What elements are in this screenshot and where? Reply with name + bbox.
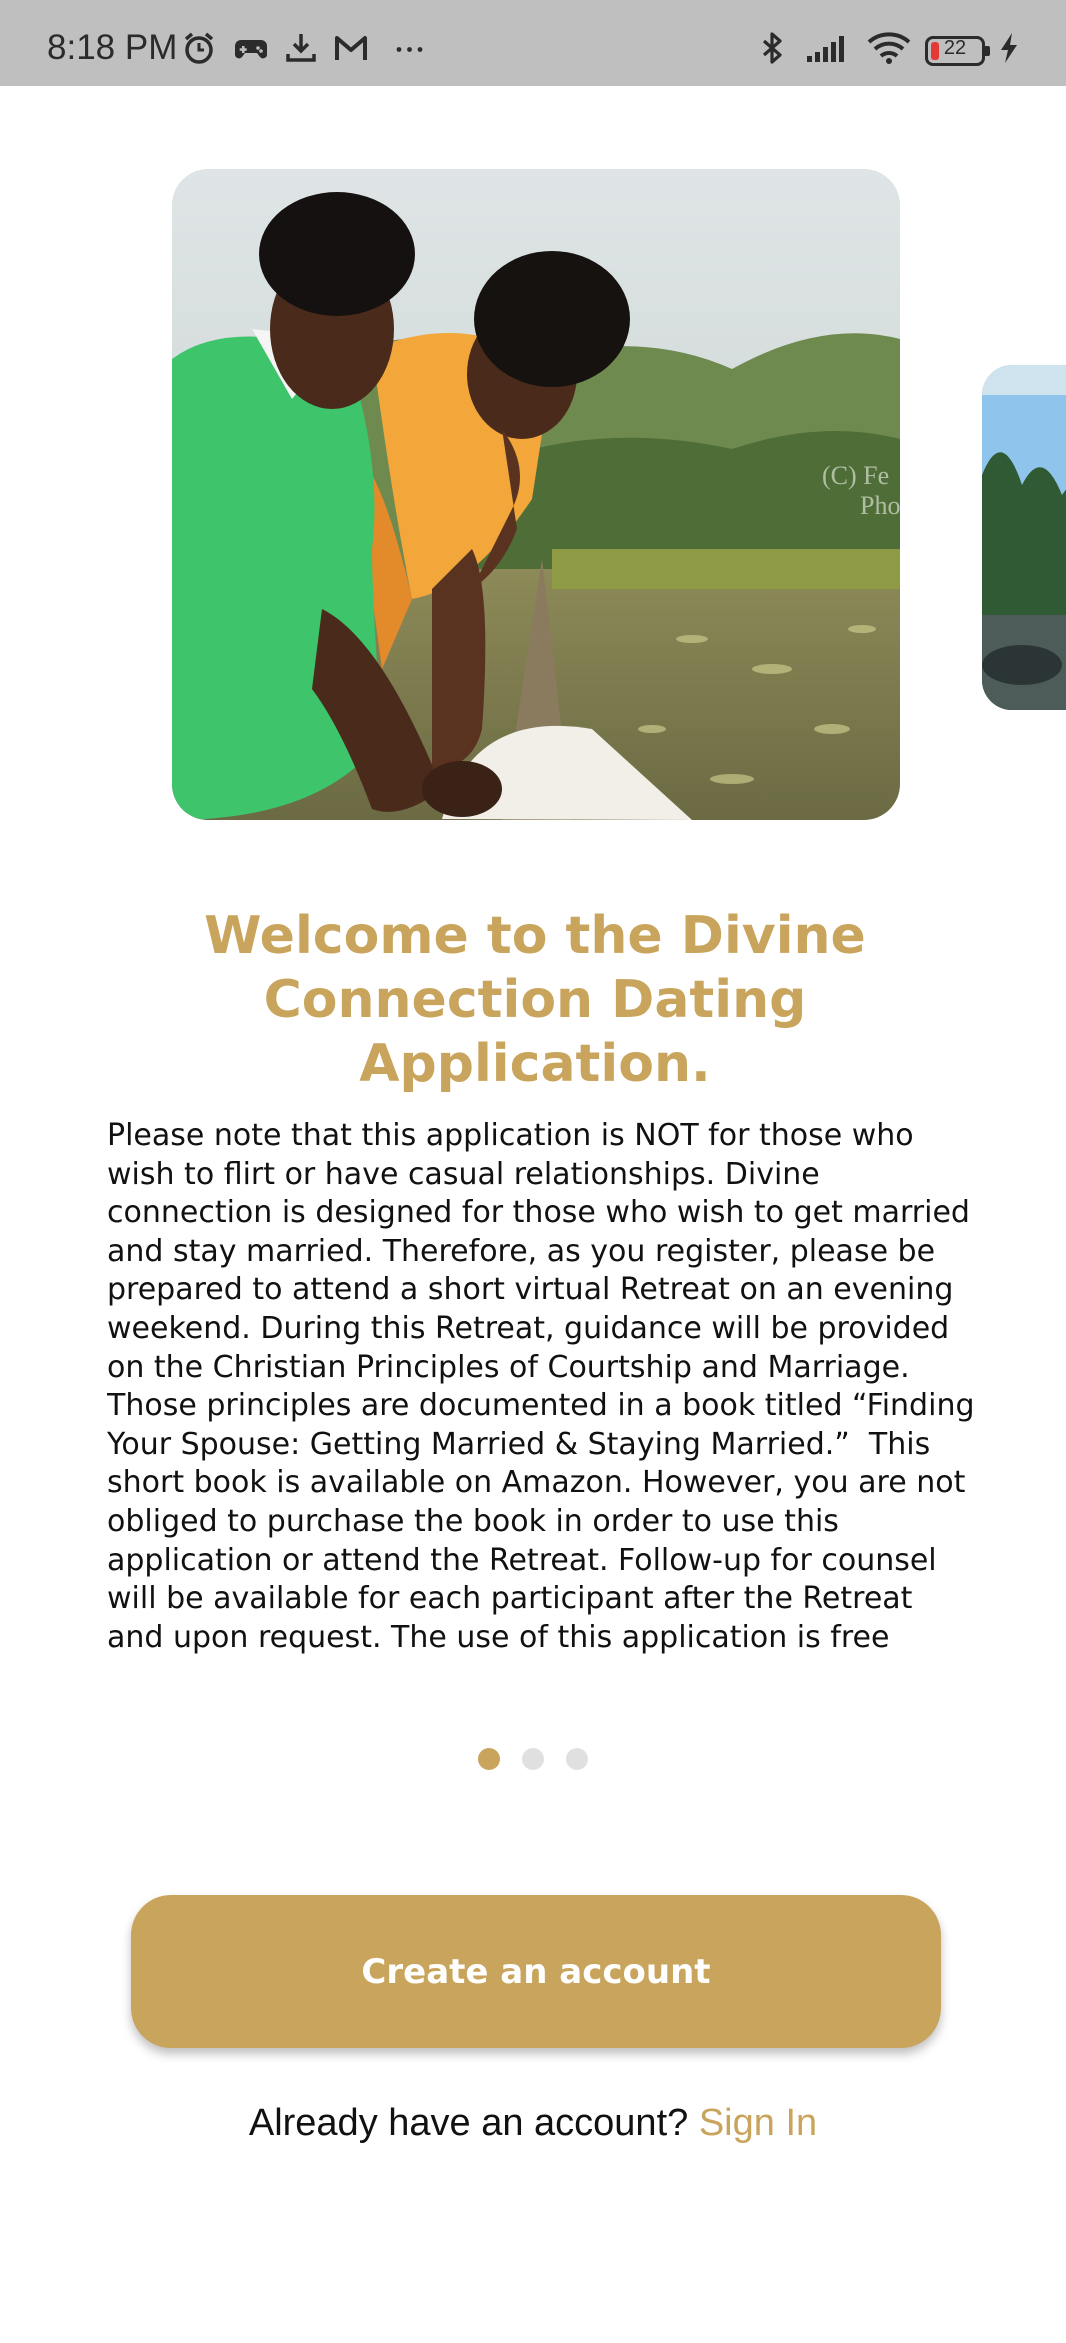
signin-prompt: Already have an account? (248, 2102, 689, 2144)
status-bar: 8:18 PM 22 (0, 0, 1066, 86)
hero-image[interactable]: (C) Fe Pho (172, 169, 900, 820)
more-dots-icon (396, 47, 423, 52)
bluetooth-icon (762, 32, 782, 64)
game-controller-icon (234, 40, 268, 59)
page-dot-3[interactable] (566, 1748, 588, 1770)
alarm-icon (184, 32, 214, 64)
battery-icon: 22 (925, 36, 990, 66)
couple-photo: (C) Fe Pho (172, 169, 900, 820)
gmail-icon (335, 36, 367, 60)
svg-text:(C) Fe: (C) Fe (822, 461, 889, 490)
status-time: 8:18 PM (47, 28, 178, 67)
wifi-icon (867, 32, 911, 64)
create-account-button[interactable]: Create an account (131, 1895, 941, 2048)
signal-icon (807, 36, 844, 62)
svg-text:Pho: Pho (860, 491, 900, 520)
charging-icon (1001, 33, 1017, 63)
download-icon (286, 34, 316, 62)
page-dot-2[interactable] (522, 1748, 544, 1770)
battery-level: 22 (943, 37, 967, 59)
signin-link[interactable]: Sign In (699, 2102, 817, 2144)
page-dot-1[interactable] (478, 1748, 500, 1770)
welcome-description: Please note that this application is NOT… (107, 1118, 975, 1655)
welcome-title: Welcome to the Divine Connection Dating … (204, 906, 866, 1094)
next-slide-image[interactable] (982, 365, 1066, 710)
signin-row: Already have an account? Sign In (0, 2102, 1066, 2145)
carousel-pagination (0, 1748, 1066, 1770)
next-slide-photo (982, 365, 1066, 710)
